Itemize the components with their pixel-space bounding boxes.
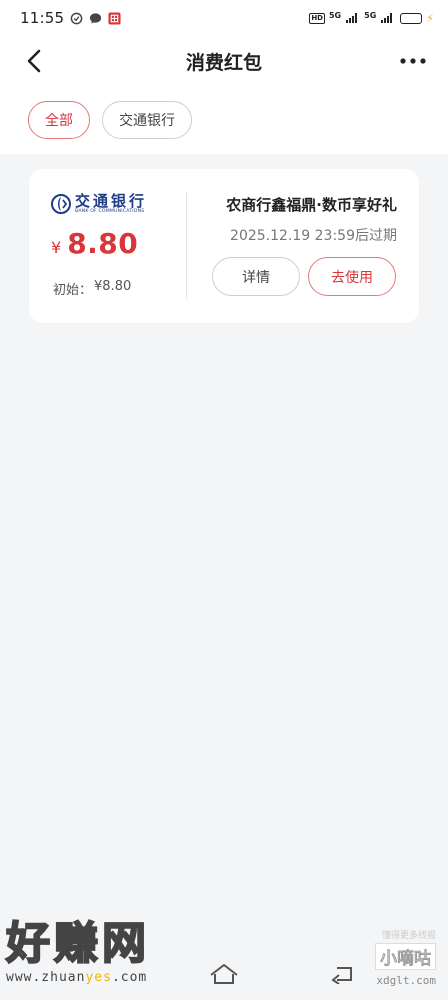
watermark-left: 好赚网 www.zhuanyes.com [5, 917, 196, 990]
use-button[interactable]: 去使用 [308, 257, 396, 296]
battery-icon [400, 12, 423, 24]
watermark-name: 小嘀咕 [375, 943, 436, 970]
watermark-site: xdglt.com [376, 974, 436, 987]
coupon-card[interactable]: 交通银行 BANK OF COMMUNICATIONS ¥ 8.80 初始： ¥… [29, 169, 419, 323]
page-title: 消费红包 [185, 51, 262, 74]
status-right: HD 5G 5G ⚡ [309, 10, 434, 25]
currency-symbol: ¥ [51, 238, 62, 257]
watermark-title: 好赚网 [5, 917, 150, 970]
status-left: 11:55 [20, 9, 121, 27]
initial-label: 初始： [53, 283, 93, 298]
watermark-small-text: 懂得更多线报 [381, 931, 436, 941]
signal-icon [346, 13, 358, 23]
message-icon [90, 12, 102, 24]
coupon-card-left: 交通银行 BANK OF COMMUNICATIONS ¥ 8.80 初始： ¥… [29, 169, 187, 323]
status-time: 11:55 [20, 9, 65, 27]
settings-icon [70, 12, 83, 24]
amount-value: 8.80 [67, 227, 139, 260]
detail-button[interactable]: 详情 [212, 257, 300, 296]
bank-name-cn: 交通银行 [75, 192, 148, 210]
coupon-card-right: 农商行鑫福鼎·数币享好礼 2025.12.19 23:59后过期 详情 去使用 [197, 169, 419, 323]
filter-bar: 全部 交通银行 [0, 86, 448, 154]
coupon-title: 农商行鑫福鼎·数币享好礼 [226, 196, 397, 214]
network-type-2: 5G [364, 10, 377, 20]
filter-chip-all[interactable]: 全部 [28, 101, 90, 139]
signal-icon-2 [381, 13, 393, 23]
more-button[interactable] [398, 48, 428, 74]
hd-badge: HD [309, 12, 325, 24]
back-icon[interactable] [330, 964, 354, 984]
coupon-amount: ¥ 8.80 [51, 227, 138, 260]
home-icon[interactable] [208, 962, 240, 986]
status-bar: 11:55 HD 5G 5G ⚡ [0, 0, 448, 36]
back-button[interactable] [22, 48, 48, 74]
charging-icon: ⚡ [426, 11, 434, 25]
bank-logo-icon [51, 194, 71, 214]
app-icon [108, 11, 121, 25]
initial-value: ¥8.80 [94, 279, 132, 294]
filter-chip-bocom[interactable]: 交通银行 [102, 101, 192, 139]
watermark-url: www.zhuanyes.com [6, 970, 148, 985]
network-type-1: 5G [328, 10, 342, 20]
coupon-expiry: 2025.12.19 23:59后过期 [230, 228, 397, 244]
bank-name-en: BANK OF COMMUNICATIONS [75, 209, 145, 214]
bank-logo-text: 交通银行 BANK OF COMMUNICATIONS [75, 193, 147, 215]
bank-logo: 交通银行 BANK OF COMMUNICATIONS [51, 193, 147, 215]
header: 消费红包 [0, 36, 448, 86]
initial-amount: 初始： ¥8.80 [53, 279, 131, 298]
watermark-right: 懂得更多线报 小嘀咕 xdglt.com [356, 928, 436, 992]
card-divider [186, 191, 187, 299]
